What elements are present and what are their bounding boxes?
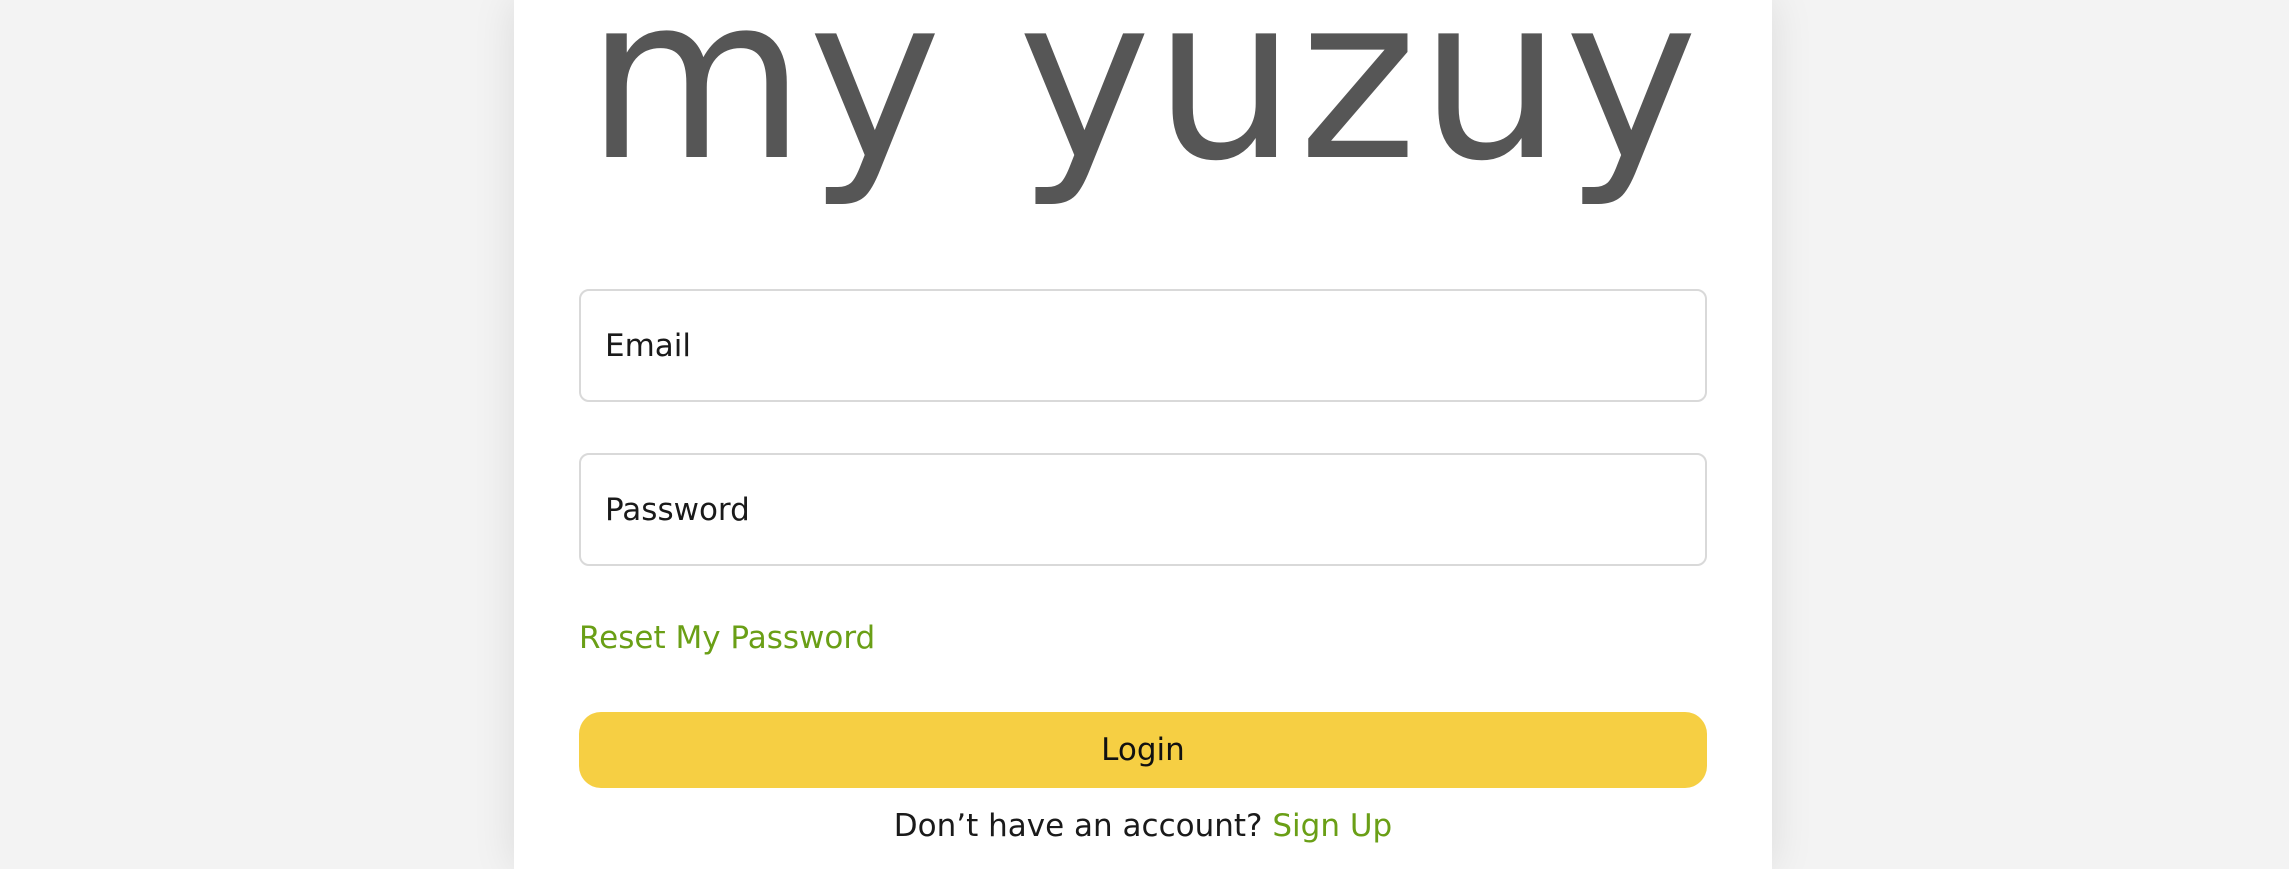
- password-field-container[interactable]: [579, 453, 1707, 566]
- password-field[interactable]: [581, 455, 1705, 564]
- login-button[interactable]: Login: [579, 712, 1707, 788]
- signup-prompt: Don’t have an account?: [893, 808, 1273, 844]
- email-field-container[interactable]: [579, 289, 1707, 402]
- signup-link[interactable]: Sign Up: [1272, 808, 1392, 844]
- signup-row: Don’t have an account? Sign Up: [514, 808, 1772, 844]
- reset-password-link[interactable]: Reset My Password: [579, 620, 875, 656]
- login-card: my yuzuy Reset My Password Login Don’t h…: [514, 0, 1772, 869]
- brand-logo: my yuzuy: [585, 0, 1701, 211]
- email-field[interactable]: [581, 291, 1705, 400]
